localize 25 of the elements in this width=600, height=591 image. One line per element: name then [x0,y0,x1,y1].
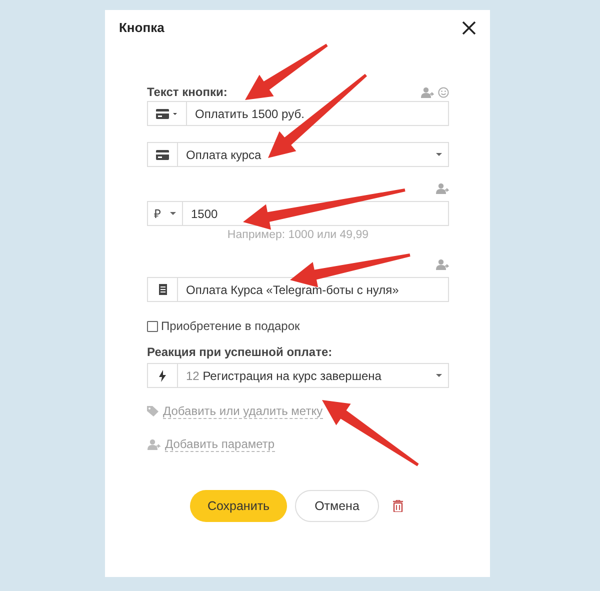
caret-icon [436,153,442,156]
close-icon[interactable] [462,20,476,34]
gift-checkbox[interactable] [147,320,158,332]
person-arrow-icon [147,439,161,450]
field-label: Реакция при успешной оплате: [147,345,334,359]
caret-icon [436,374,442,377]
checkbox-label: Приобретение в подарок [161,319,300,333]
currency-dropdown[interactable]: ₽ [148,202,183,225]
person-arrow-icon[interactable] [436,258,449,270]
field-label: Текст кнопки: [147,85,228,99]
save-button[interactable]: Сохранить [190,490,287,522]
tag-icon [147,406,159,417]
smiley-icon[interactable] [438,86,449,98]
caret-icon [170,212,176,215]
reaction-select[interactable]: 12 Регистрация на курс завершена [147,363,449,388]
hint-text: Например: 1000 или 49,99 [226,229,370,243]
cancel-button[interactable]: Отмена [295,490,379,522]
card-icon [156,150,169,160]
person-arrow-icon[interactable] [436,182,449,194]
person-arrow-icon[interactable] [421,86,434,98]
dialog-title: Кнопка [119,20,164,35]
receipt-icon [158,284,166,295]
card-icon [156,108,178,118]
lightning-icon [159,370,166,382]
trash-icon[interactable] [393,500,403,512]
